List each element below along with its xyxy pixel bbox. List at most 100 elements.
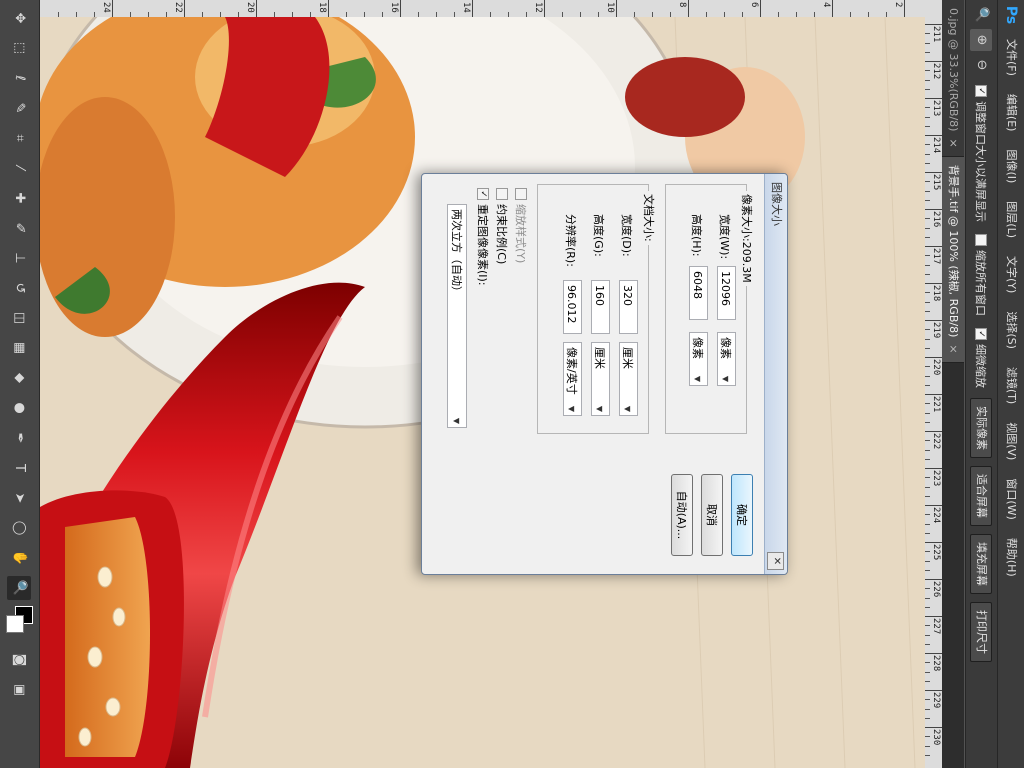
quick-select-tool-icon[interactable]: ✎ [8,96,32,120]
fit-screen-button[interactable]: 适合屏幕 [970,466,993,526]
print-size-button[interactable]: 打印尺寸 [970,602,993,662]
ruler-minor-tick [925,634,930,636]
menu-select[interactable]: 选择(S) [998,302,1024,358]
resolution-input[interactable]: 96.012 [563,280,582,334]
ruler-minor-tick [925,449,930,451]
tab-document-1[interactable]: 0.jpg @ 33.3%(RGB/8) × [942,0,964,157]
fill-screen-button[interactable]: 填充屏幕 [970,534,993,594]
scrubby-zoom-checkbox[interactable]: ✓ 细微缩放 [974,328,990,388]
zoom-out-icon[interactable]: ⊖ [971,54,993,76]
menu-filter[interactable]: 滤镜(T) [998,358,1024,413]
path-select-tool-icon[interactable]: ➤ [8,486,32,510]
zoom-all-windows-label: 缩放所有窗口 [974,250,988,316]
vruler-number: 20 [245,2,255,13]
brush-tool-icon[interactable]: ✐ [8,216,32,240]
menu-view[interactable]: 视图(V) [998,413,1024,469]
document-width-unit-select[interactable]: 厘米 ▼ [619,342,638,416]
pixel-width-input[interactable]: 12096 [717,266,736,320]
close-icon[interactable]: × [942,344,964,353]
ruler-number: 211 [931,26,941,43]
vruler-number: 8 [677,2,687,8]
lasso-tool-icon[interactable]: ℓ [8,66,32,90]
screen-mode-icon[interactable]: ▣ [8,678,32,702]
menu-window[interactable]: 窗口(W) [998,469,1024,528]
ruler-minor-tick [925,403,930,405]
document-height-input[interactable]: 160 [591,280,610,334]
dialog-title-bar: 图像大小 ✕ [764,174,787,574]
ok-button[interactable]: 确定 [731,474,753,556]
vruler-number: 4 [821,2,831,8]
checkbox-unchecked-icon [496,188,508,200]
pixel-height-input[interactable]: 6048 [689,266,708,320]
quick-mask-icon[interactable]: ◙ [8,648,32,672]
gradient-tool-icon[interactable]: ▦ [8,336,32,360]
marquee-tool-icon[interactable]: ⬚ [8,36,32,60]
ruler-minor-tick [925,153,930,155]
type-tool-icon[interactable]: T [8,456,32,480]
ruler-minor-tick [925,412,930,414]
clone-stamp-tool-icon[interactable]: ⊥ [8,246,32,270]
eyedropper-tool-icon[interactable]: ⁄ [8,156,32,180]
dodge-tool-icon[interactable]: ● [8,396,32,420]
vruler-number: 14 [461,2,471,13]
hand-tool-icon[interactable]: ✋ [8,546,32,570]
menu-image[interactable]: 图像(I) [998,140,1024,192]
cancel-button[interactable]: 取消 [701,474,723,556]
pixel-height-unit-select[interactable]: 像素 ▼ [689,332,708,386]
menu-edit[interactable]: 编辑(E) [998,85,1024,141]
scale-styles-checkbox[interactable]: 缩放样式(Y) [513,188,529,263]
document-height-unit-select[interactable]: 厘米 ▼ [591,342,610,416]
vruler-tick [832,0,833,17]
resolution-unit-select[interactable]: 像素/英寸 ▼ [563,342,582,416]
ruler-minor-tick [925,338,930,340]
ruler-tick [925,61,942,62]
document-size-legend: 文档大小: [642,194,655,242]
close-icon[interactable]: ✕ [767,552,784,570]
document-width-input[interactable]: 320 [619,280,638,334]
zoom-all-windows-checkbox[interactable]: 缩放所有窗口 [974,234,990,316]
ruler-number: 223 [931,470,941,487]
crop-tool-icon[interactable]: ⌗ [8,126,32,150]
ruler-minor-tick [925,477,930,479]
ruler-minor-tick [925,588,930,590]
color-swatches[interactable] [6,606,34,640]
resize-windows-checkbox[interactable]: ✓ 调整窗口大小以满屏显示 [974,85,990,222]
actual-pixels-button[interactable]: 实际像素 [970,398,993,458]
ruler-minor-tick [925,458,930,460]
menu-help[interactable]: 帮助(H) [998,529,1024,586]
resample-image-label: 重定图像像素(I): [476,204,489,286]
pixel-width-unit-select[interactable]: 像素 ▼ [717,332,736,386]
shape-tool-icon[interactable]: ◯ [8,516,32,540]
ruler-minor-tick [925,227,930,229]
ruler-minor-tick [925,42,930,44]
close-icon[interactable]: × [942,138,964,147]
ruler-minor-tick [925,495,930,497]
chevron-down-icon: ▼ [452,417,461,424]
healing-brush-tool-icon[interactable]: ✚ [8,186,32,210]
zoom-in-icon[interactable]: ⊕ [970,29,993,51]
zoom-tool-icon[interactable]: 🔍 [7,576,32,600]
chevron-down-icon: ▼ [721,375,730,382]
pen-tool-icon[interactable]: ✒ [8,426,32,450]
zoom-tool-icon[interactable]: 🔍 [971,4,993,26]
resample-method-select[interactable]: 两次立方（自动） ▼ [447,204,467,428]
document-tabs: 0.jpg @ 33.3%(RGB/8) × 背景手.tif @ 100% (辣… [942,0,964,768]
blur-tool-icon[interactable]: ◆ [8,366,32,390]
scrubby-zoom-label: 细微缩放 [974,344,988,388]
ruler-minor-tick [925,301,930,303]
vruler-number: 18 [317,2,327,13]
background-color-swatch[interactable] [6,615,25,633]
menu-file[interactable]: 文件(F) [998,30,1024,85]
eraser-tool-icon[interactable]: ◫ [8,306,32,330]
move-tool-icon[interactable]: ✥ [8,6,32,30]
menu-type[interactable]: 文字(Y) [998,247,1024,302]
resample-image-checkbox[interactable]: ✓ 重定图像像素(I): [475,188,491,286]
constrain-proportions-checkbox[interactable]: 约束比例(C) [494,188,510,264]
ruler-number: 230 [931,729,941,746]
menu-layer[interactable]: 图层(L) [998,192,1024,247]
auto-button[interactable]: 自动(A)... [671,474,693,556]
history-brush-tool-icon[interactable]: ↺ [8,276,32,300]
tab-document-2[interactable]: 背景手.tif @ 100% (辣椒, RGB/8) × [942,156,964,363]
ruler-minor-tick [925,347,930,349]
ruler-number: 218 [931,285,941,302]
